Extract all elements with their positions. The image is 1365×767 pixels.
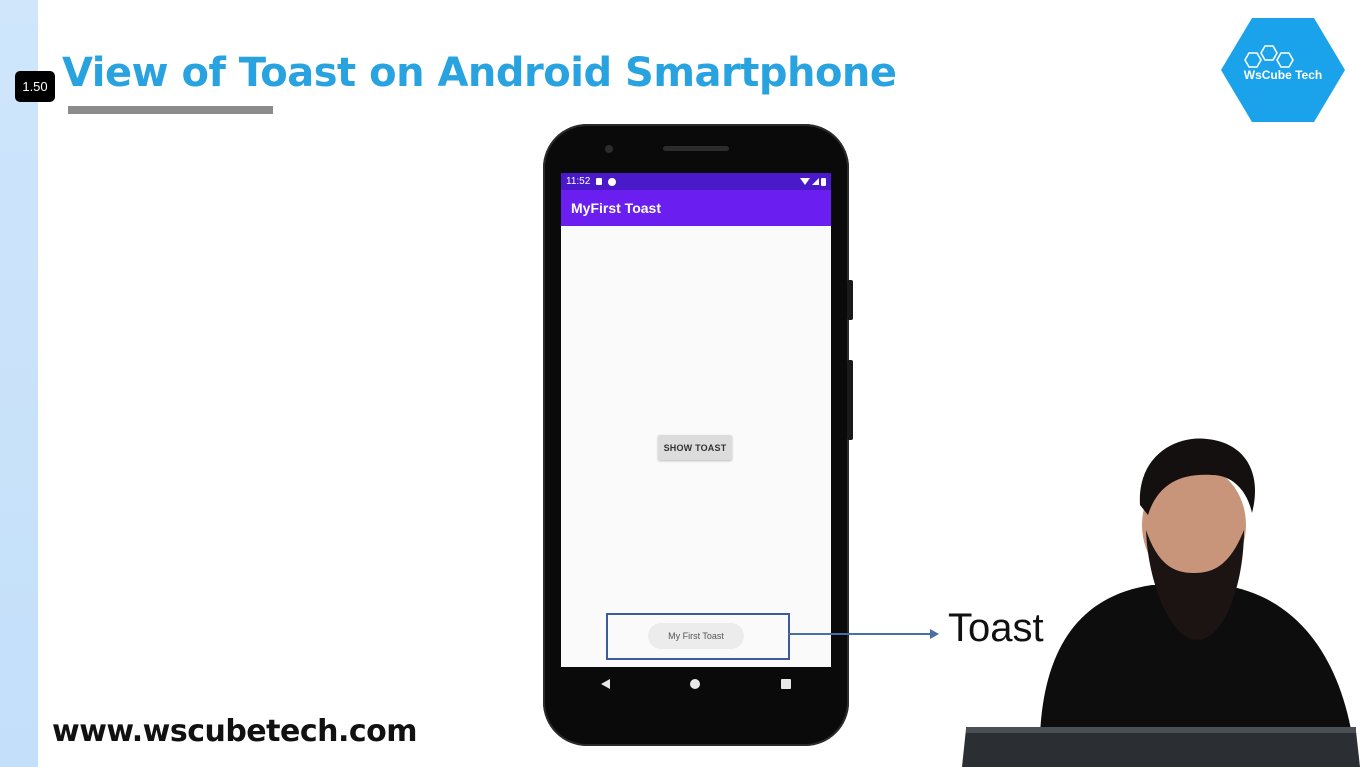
presenter-video xyxy=(962,438,1360,767)
front-camera xyxy=(605,145,613,153)
recents-icon[interactable] xyxy=(780,679,791,689)
show-toast-button[interactable]: SHOW TOAST xyxy=(658,435,732,460)
battery-icon xyxy=(821,177,826,186)
logo-hexagon-icon: WsCube Tech xyxy=(1221,18,1345,122)
home-icon[interactable] xyxy=(690,679,701,689)
back-icon[interactable] xyxy=(601,679,611,689)
arrow-head-icon xyxy=(930,629,939,639)
app-title: MyFirst Toast xyxy=(571,200,661,216)
app-toolbar: MyFirst Toast xyxy=(561,190,831,226)
earpiece-speaker xyxy=(663,146,729,151)
status-time: 11:52 xyxy=(566,176,591,187)
title-underline xyxy=(68,106,273,114)
sim-icon xyxy=(596,178,603,185)
sync-icon xyxy=(608,177,617,186)
website-url: www.wscubetech.com xyxy=(52,714,418,749)
status-bar: 11:52 xyxy=(561,173,831,190)
logo-text: WsCube Tech xyxy=(1244,68,1322,82)
left-accent-band xyxy=(0,0,38,767)
callout-arrow xyxy=(788,633,930,635)
toast-highlight-box xyxy=(606,613,790,660)
phone-volume-button xyxy=(847,360,853,440)
status-icons xyxy=(800,177,826,186)
phone-screen: 11:52 MyFirst Toast SHOW TOAST My First … xyxy=(561,173,831,667)
slide-title: View of Toast on Android Smartphone xyxy=(62,50,897,96)
wifi-icon xyxy=(800,178,810,185)
android-nav-bar xyxy=(561,667,831,701)
signal-icon xyxy=(812,178,819,185)
playback-speed-badge[interactable]: 1.50 xyxy=(15,71,55,102)
phone-power-button xyxy=(847,280,853,320)
wscube-tech-logo: WsCube Tech xyxy=(1221,16,1345,124)
